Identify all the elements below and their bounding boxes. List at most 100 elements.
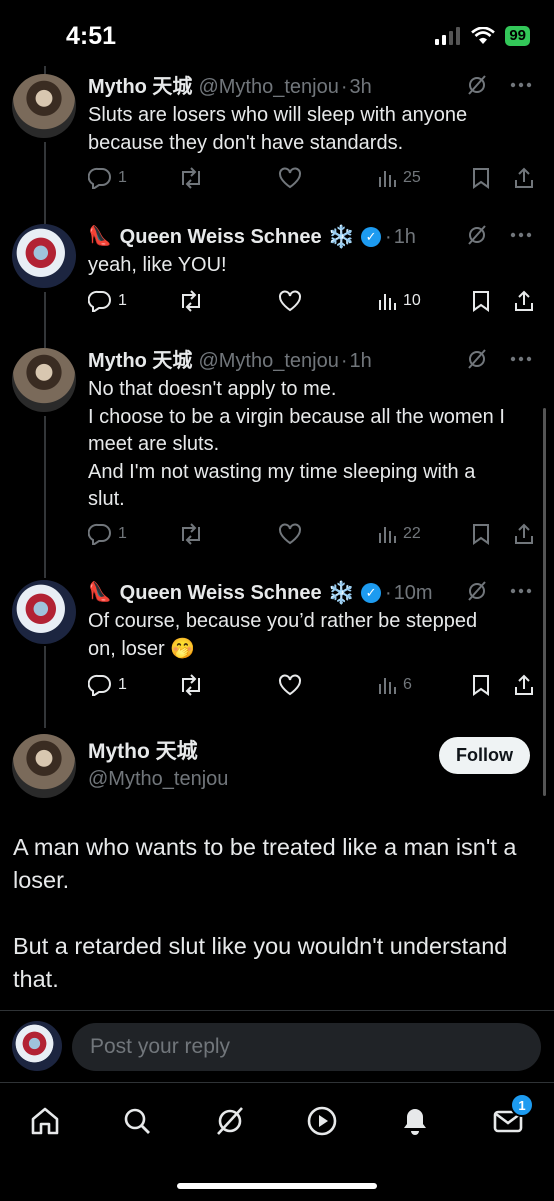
grok-icon[interactable]	[466, 580, 488, 602]
prefix-emoji: 👠	[88, 226, 112, 247]
bookmark-icon	[473, 675, 489, 696]
separator-dot: ·	[340, 76, 348, 98]
views-icon	[379, 171, 396, 187]
tweet-text-line: Of course, because you’d rather be stepp…	[88, 610, 478, 632]
views-count: 10	[403, 292, 421, 309]
avatar[interactable]	[12, 734, 76, 798]
reply-button[interactable]: 1	[88, 523, 127, 545]
repost-icon	[182, 290, 200, 312]
tab-home[interactable]	[25, 1101, 65, 1141]
tweet-text-line: yeah, like YOU!	[88, 254, 227, 276]
tweet-text-line: I choose to be a virgin because all the …	[88, 405, 505, 428]
repost-button[interactable]	[178, 290, 204, 312]
views-button[interactable]: 6	[377, 675, 412, 695]
reply-button[interactable]: 1	[88, 167, 127, 189]
search-icon	[124, 1108, 150, 1134]
play-icon	[307, 1106, 337, 1136]
like-button[interactable]	[278, 523, 302, 545]
prefix-emoji: 👠	[88, 582, 112, 603]
tweet[interactable]: 👠 Queen Weiss Schnee ❄️ ✓ · 10m Of cours…	[0, 580, 554, 710]
tab-video[interactable]	[302, 1101, 342, 1141]
reply-button[interactable]: 1	[88, 674, 127, 696]
more-icon[interactable]	[510, 232, 532, 238]
tab-notifications[interactable]	[395, 1101, 435, 1141]
author-name[interactable]: Queen Weiss Schnee	[120, 224, 322, 250]
reply-icon	[88, 674, 111, 696]
bottom-nav: 1	[0, 1082, 554, 1201]
tweet[interactable]: Mytho 天城 @Mytho_tenjou · 1h No that does…	[0, 348, 554, 562]
tweet-paragraph: But a retarded slut like you wouldn't un…	[13, 933, 508, 992]
tweet-time[interactable]: 10m	[394, 580, 433, 606]
tweet-text-line: Sluts are losers who will sleep with any…	[88, 104, 468, 126]
views-button[interactable]: 22	[377, 524, 421, 544]
like-button[interactable]	[278, 167, 302, 189]
share-button[interactable]	[513, 674, 535, 696]
author-name[interactable]: Mytho 天城	[88, 348, 192, 374]
tab-search[interactable]	[117, 1101, 157, 1141]
messages-badge: 1	[510, 1093, 534, 1117]
tab-messages[interactable]: 1	[488, 1093, 534, 1141]
author-handle[interactable]: @Mytho_tenjou	[198, 348, 338, 374]
avatar[interactable]	[12, 348, 76, 412]
repost-button[interactable]	[178, 674, 204, 696]
author-name[interactable]: Mytho 天城	[88, 738, 228, 766]
tweet[interactable]: Mytho 天城 @Mytho_tenjou · 3h Sluts are lo…	[0, 74, 554, 204]
reply-bar	[0, 1010, 554, 1083]
tweet-time[interactable]: 1h	[394, 224, 416, 250]
grok-icon[interactable]	[466, 224, 488, 246]
avatar[interactable]	[12, 74, 76, 138]
author-handle[interactable]: @Mytho_tenjou	[198, 74, 338, 100]
views-button[interactable]: 10	[377, 291, 421, 311]
repost-button[interactable]	[178, 167, 204, 189]
more-icon[interactable]	[510, 356, 532, 362]
home-indicator	[177, 1183, 377, 1189]
more-icon[interactable]	[510, 588, 532, 594]
grok-icon[interactable]	[466, 74, 488, 96]
verified-icon: ✓	[361, 583, 382, 603]
share-icon	[515, 167, 533, 188]
status-bar: 4:51 99	[0, 0, 554, 66]
views-button[interactable]: 25	[377, 168, 421, 188]
bookmark-button[interactable]	[471, 290, 491, 312]
reply-icon	[88, 290, 111, 312]
avatar	[12, 1021, 62, 1071]
verified-icon: ✓	[361, 227, 382, 247]
grok-icon[interactable]	[466, 348, 488, 370]
bookmark-button[interactable]	[471, 674, 491, 696]
tweet[interactable]: 👠 Queen Weiss Schnee ❄️ ✓ · 1h yeah, lik…	[0, 224, 554, 334]
reply-input[interactable]	[72, 1023, 541, 1071]
repost-icon	[182, 167, 200, 189]
separator-dot: ·	[340, 350, 348, 372]
avatar[interactable]	[12, 580, 76, 644]
reply-count: 1	[118, 292, 127, 309]
bookmark-button[interactable]	[471, 167, 491, 189]
tab-grok[interactable]	[210, 1101, 250, 1141]
like-button[interactable]	[278, 290, 302, 312]
bookmark-icon	[473, 168, 489, 189]
views-count: 25	[403, 169, 421, 186]
repost-button[interactable]	[178, 523, 204, 545]
heart-icon	[279, 290, 301, 312]
like-button[interactable]	[278, 674, 302, 696]
tweet-text-line: on, loser 🤭	[88, 637, 196, 660]
author-handle[interactable]: @Mytho_tenjou	[88, 766, 228, 792]
more-icon[interactable]	[510, 82, 532, 88]
share-button[interactable]	[513, 290, 535, 312]
wifi-icon	[471, 27, 496, 45]
tweet-time[interactable]: 3h	[350, 74, 372, 100]
author-name[interactable]: Queen Weiss Schnee	[120, 580, 322, 606]
home-icon	[31, 1107, 59, 1135]
author-name[interactable]: Mytho 天城	[88, 74, 192, 100]
scrollbar[interactable]	[543, 408, 546, 796]
avatar[interactable]	[12, 224, 76, 288]
tweet-time[interactable]: 1h	[350, 348, 372, 374]
follow-button[interactable]: Follow	[439, 737, 530, 774]
views-icon	[379, 527, 396, 543]
views-icon	[379, 678, 396, 694]
share-icon	[515, 290, 533, 311]
share-button[interactable]	[513, 523, 535, 545]
share-button[interactable]	[513, 167, 535, 189]
repost-icon	[182, 674, 200, 696]
bookmark-button[interactable]	[471, 523, 491, 545]
reply-button[interactable]: 1	[88, 290, 127, 312]
